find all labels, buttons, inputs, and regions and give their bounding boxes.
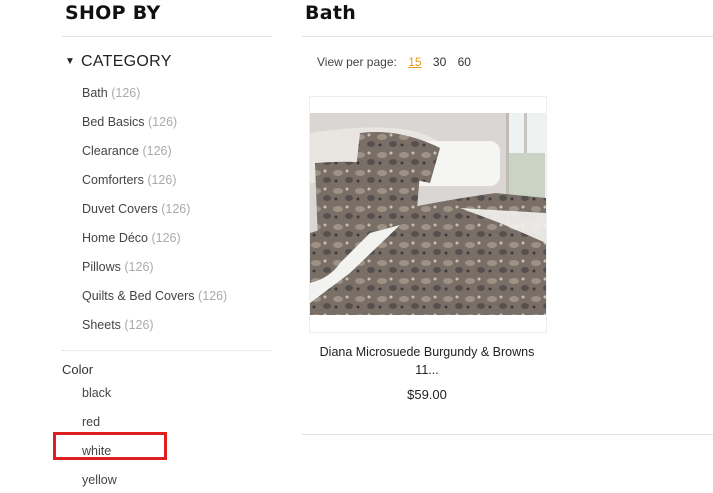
category-name: Home Déco: [82, 231, 148, 245]
product-card[interactable]: [309, 96, 547, 333]
category-count: (126): [151, 231, 181, 245]
category-item-home-deco[interactable]: Home Déco (126): [82, 231, 181, 245]
category-count: (126): [111, 86, 141, 100]
triangle-down-icon: ▼: [65, 56, 76, 67]
category-heading-label: CATEGORY: [81, 53, 172, 70]
view-per-page-label: View per page:: [317, 55, 397, 69]
product-grid-divider: [302, 434, 713, 435]
color-option-black[interactable]: black: [82, 386, 111, 400]
category-count: (126): [124, 318, 154, 332]
main-divider: [302, 36, 713, 37]
shop-by-title: SHOP BY: [65, 2, 161, 24]
view-option-15[interactable]: 15: [408, 55, 421, 69]
product-image[interactable]: [310, 113, 546, 315]
view-per-page: View per page: 15 30 60: [317, 55, 471, 69]
category-item-clearance[interactable]: Clearance (126): [82, 144, 172, 158]
view-option-30[interactable]: 30: [433, 55, 446, 69]
category-count: (126): [148, 115, 178, 129]
category-name: Comforters: [82, 173, 144, 187]
product-name-link[interactable]: Diana Microsuede Burgundy & Browns 11...: [309, 343, 545, 379]
category-item-duvet-covers[interactable]: Duvet Covers (126): [82, 202, 190, 216]
category-count: (126): [142, 144, 172, 158]
category-count: (126): [198, 289, 228, 303]
category-heading[interactable]: ▼ CATEGORY: [65, 53, 172, 71]
category-item-pillows[interactable]: Pillows (126): [82, 260, 154, 274]
category-name: Bath: [82, 86, 108, 100]
category-name: Bed Basics: [82, 115, 145, 129]
category-name: Quilts & Bed Covers: [82, 289, 195, 303]
category-item-bed-basics[interactable]: Bed Basics (126): [82, 115, 177, 129]
category-count: (126): [147, 173, 177, 187]
color-option-red[interactable]: red: [82, 415, 100, 429]
color-option-yellow[interactable]: yellow: [82, 473, 117, 487]
product-price: $59.00: [407, 387, 447, 402]
page-title: Bath: [305, 2, 357, 24]
category-item-sheets[interactable]: Sheets (126): [82, 318, 154, 332]
color-heading: Color: [62, 362, 94, 377]
highlight-box: [53, 432, 167, 460]
category-item-comforters[interactable]: Comforters (126): [82, 173, 177, 187]
category-name: Clearance: [82, 144, 139, 158]
category-name: Pillows: [82, 260, 121, 274]
sidebar-divider: [62, 36, 272, 37]
category-divider: [62, 350, 272, 351]
category-count: (126): [161, 202, 191, 216]
view-option-60[interactable]: 60: [458, 55, 471, 69]
category-count: (126): [124, 260, 154, 274]
category-name: Sheets: [82, 318, 121, 332]
category-item-bath[interactable]: Bath (126): [82, 86, 140, 100]
category-name: Duvet Covers: [82, 202, 158, 216]
category-item-quilts-bed-covers[interactable]: Quilts & Bed Covers (126): [82, 289, 227, 303]
